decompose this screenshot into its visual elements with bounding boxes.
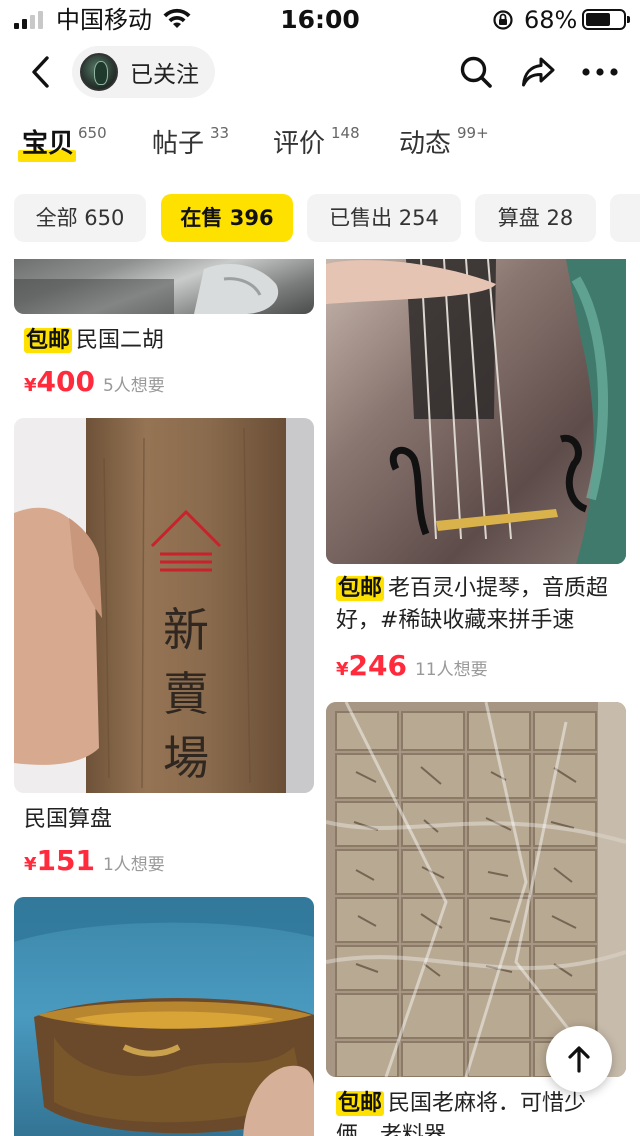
product-card-bowl[interactable]: [14, 897, 314, 1136]
product-title-text: 民国二胡: [76, 328, 165, 353]
battery-percentage: 68%: [524, 6, 578, 34]
product-image: [326, 259, 626, 564]
rotation-lock-icon: [493, 10, 513, 30]
share-button[interactable]: [518, 52, 558, 92]
want-count: 11人想要: [414, 660, 488, 680]
follow-status-button[interactable]: 已关注: [72, 46, 215, 98]
product-price: 400: [36, 365, 95, 398]
tab-count: 650: [78, 124, 107, 142]
more-icon: [582, 68, 618, 76]
product-image: [14, 259, 314, 314]
product-title: 包邮 民国老麻将．可惜少俩，老料器: [336, 1088, 620, 1136]
free-shipping-tag: 包邮: [336, 1091, 385, 1116]
filter-chips: 全部 650 在售 396 已售出 254 算盘 28: [14, 194, 640, 242]
image-stamp-char: 新: [163, 603, 209, 657]
tab-label: 帖子: [152, 129, 205, 159]
want-count: 1人想要: [102, 855, 165, 875]
search-button[interactable]: [456, 52, 496, 92]
product-image: [14, 897, 314, 1136]
follow-status-label: 已关注: [130, 62, 199, 88]
search-icon: [460, 56, 492, 88]
currency-symbol: ¥: [24, 854, 37, 875]
chevron-left-icon: [32, 56, 49, 88]
tab-count: 33: [210, 124, 230, 142]
filter-abacus[interactable]: 算盘 28: [475, 194, 596, 242]
free-shipping-tag: 包邮: [24, 328, 73, 353]
currency-symbol: ¥: [336, 659, 349, 680]
product-price: 246: [348, 649, 407, 682]
product-card-abacus[interactable]: 新 賣 場 民国算盘 ¥ 151 1人想要: [14, 418, 314, 888]
top-navigation: 已关注: [0, 44, 640, 100]
back-button[interactable]: [22, 52, 58, 92]
price-row: ¥ 151 1人想要: [24, 844, 165, 877]
product-title: 包邮 民国二胡: [24, 325, 308, 357]
share-icon: [522, 57, 555, 87]
tab-label: 动态: [399, 129, 452, 159]
tab-label: 宝贝: [22, 129, 75, 159]
battery-icon: [582, 9, 630, 30]
tab-items[interactable]: 宝贝 650: [18, 118, 107, 166]
filter-sold[interactable]: 已售出 254: [307, 194, 461, 242]
tab-count: 148: [331, 124, 360, 142]
price-row: ¥ 246 11人想要: [336, 649, 488, 682]
scroll-to-top-button[interactable]: [546, 1026, 612, 1092]
price-row: ¥ 400 5人想要: [24, 365, 165, 398]
product-image: [326, 702, 626, 1077]
image-stamp-char: 場: [163, 731, 209, 785]
product-card-erhu[interactable]: 包邮 民国二胡 ¥ 400 5人想要: [14, 259, 314, 399]
profile-tabs: 宝贝 650 帖子 33 评价 148 动态 99+: [0, 118, 640, 174]
tab-posts[interactable]: 帖子 33: [152, 118, 229, 166]
product-title: 包邮 老百灵小提琴，音质超好，#稀缺收藏来拼手速: [336, 573, 620, 637]
arrow-up-icon: [568, 1046, 590, 1073]
product-price: 151: [36, 844, 95, 877]
image-stamp-char: 賣: [163, 667, 209, 721]
status-bar: 中国移动 16:00 68%: [0, 0, 640, 40]
filter-all[interactable]: 全部 650: [14, 194, 146, 242]
filter-on-sale[interactable]: 在售 396: [161, 194, 293, 242]
product-card-violin[interactable]: 包邮 老百灵小提琴，音质超好，#稀缺收藏来拼手速 ¥ 246 11人想要: [326, 259, 626, 682]
want-count: 5人想要: [102, 376, 165, 396]
tab-activity[interactable]: 动态 99+: [399, 118, 489, 166]
free-shipping-tag: 包邮: [336, 576, 385, 601]
product-feed: 包邮 民国二胡 ¥ 400 5人想要 新 賣 場 民国算盘 ¥ 151 1人想要…: [0, 259, 640, 1136]
seller-avatar[interactable]: [80, 53, 118, 91]
filter-next-partial[interactable]: [610, 194, 640, 242]
tab-count: 99+: [457, 124, 489, 142]
currency-symbol: ¥: [24, 375, 37, 396]
more-button[interactable]: [580, 52, 620, 92]
tab-reviews[interactable]: 评价 148: [273, 118, 360, 166]
tab-label: 评价: [273, 129, 326, 159]
product-image: 新 賣 場: [14, 418, 314, 793]
product-title: 民国算盘: [24, 807, 113, 832]
